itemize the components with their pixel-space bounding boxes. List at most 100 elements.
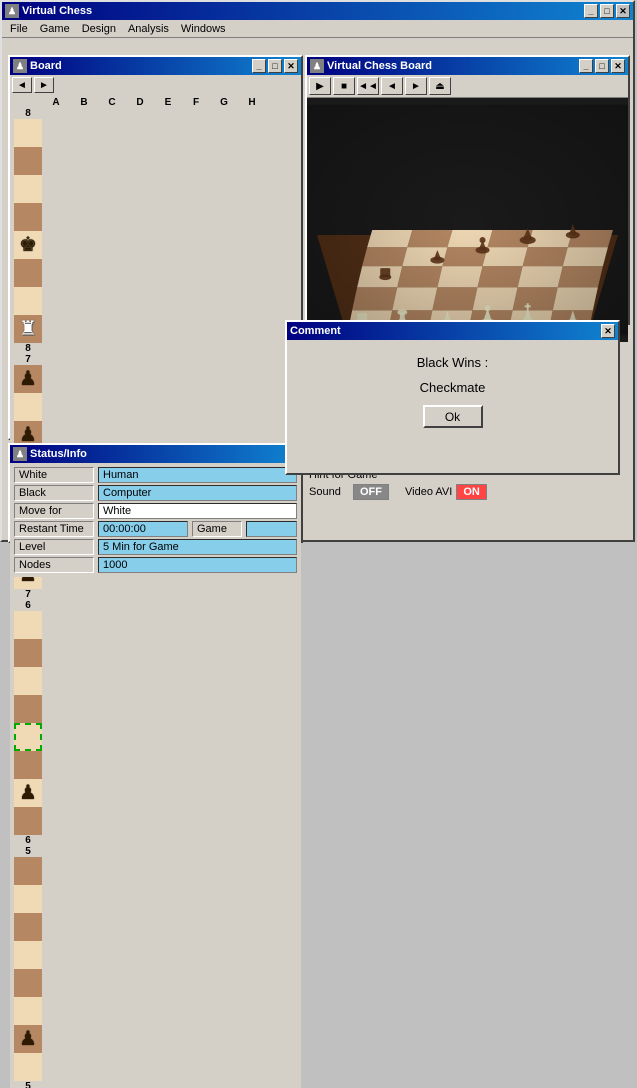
vchess-window: ♟ Virtual Chess Board _ □ ✕ ▶ ■ ◄◄ ◄ ► ⏏: [305, 55, 630, 325]
video-toggle[interactable]: ON: [456, 484, 487, 500]
board-window-controls: _ □ ✕: [252, 59, 298, 73]
vchess-window-controls: _ □ ✕: [579, 59, 625, 73]
vchess-btn-eject[interactable]: ⏏: [429, 77, 451, 95]
board-icon: ♟: [13, 59, 27, 73]
cell-c5[interactable]: [14, 913, 42, 941]
col-label-f: F: [182, 97, 210, 108]
cell-c8[interactable]: [14, 175, 42, 203]
cell-a6[interactable]: [14, 611, 42, 639]
status-window: ♟ Status/Info White Human Black Computer…: [8, 443, 303, 543]
board-close-btn[interactable]: ✕: [284, 59, 298, 73]
sound-label: Sound: [309, 486, 349, 498]
board-nav-right[interactable]: ►: [34, 77, 54, 93]
nodes-value: 1000: [98, 557, 297, 573]
cell-f5[interactable]: [14, 997, 42, 1025]
vchess-btn-prev[interactable]: ◄: [381, 77, 403, 95]
row-label-5: 5: [14, 846, 42, 857]
col-label-d: D: [126, 97, 154, 108]
board-content: ◄ ► A B C D E F G H 8: [10, 75, 301, 1088]
row-label-7: 7: [14, 354, 42, 365]
cell-g6[interactable]: ♟: [14, 779, 42, 807]
chess-3d-svg: [307, 98, 628, 342]
board-maximize-btn[interactable]: □: [268, 59, 282, 73]
cell-e6[interactable]: [14, 723, 42, 751]
row-label-8r: 8: [14, 343, 42, 354]
black-king: ♚: [19, 235, 37, 255]
close-button[interactable]: ✕: [616, 4, 630, 18]
board-title: Board: [30, 60, 252, 72]
vchess-titlebar: ♟ Virtual Chess Board _ □ ✕: [307, 57, 628, 75]
black-pawn-g6: ♟: [19, 783, 37, 803]
status-grid: White Human Black Computer Move for Whit…: [14, 467, 297, 519]
movefor-label: Move for: [14, 503, 94, 519]
sound-toggle[interactable]: OFF: [353, 484, 389, 500]
vchess-btn-rewind[interactable]: ◄◄: [357, 77, 379, 95]
menu-windows[interactable]: Windows: [175, 21, 232, 37]
menu-analysis[interactable]: Analysis: [122, 21, 175, 37]
vchess-minimize-btn[interactable]: _: [579, 59, 593, 73]
app-icon: ♟: [5, 4, 19, 18]
menu-design[interactable]: Design: [76, 21, 122, 37]
black-label: Black: [14, 485, 94, 501]
board-minimize-btn[interactable]: _: [252, 59, 266, 73]
dialog-line1: Black Wins :: [417, 355, 489, 370]
vchess-close-btn[interactable]: ✕: [611, 59, 625, 73]
board-col-labels-row: A B C D E F G H: [14, 97, 282, 108]
cell-h8[interactable]: ♜: [14, 315, 42, 343]
vchess-toolbar: ▶ ■ ◄◄ ◄ ► ⏏: [307, 75, 628, 98]
cell-c6[interactable]: [14, 667, 42, 695]
menu-file[interactable]: File: [4, 21, 34, 37]
app-title: Virtual Chess: [22, 5, 584, 17]
game-label: Game: [192, 521, 242, 537]
cell-h5[interactable]: [14, 1053, 42, 1081]
vchess-maximize-btn[interactable]: □: [595, 59, 609, 73]
video-label: Video AVI: [405, 486, 452, 498]
col-label-a: A: [42, 97, 70, 108]
cell-a5[interactable]: [14, 857, 42, 885]
cell-g5[interactable]: ♟: [14, 1025, 42, 1053]
main-titlebar: ♟ Virtual Chess _ □ ✕: [2, 2, 633, 20]
cell-b7[interactable]: [14, 393, 42, 421]
cell-b6[interactable]: [14, 639, 42, 667]
comment-close-btn[interactable]: ✕: [601, 324, 615, 338]
col-label-g: G: [210, 97, 238, 108]
cell-f8[interactable]: [14, 259, 42, 287]
board-row-8: 8 ♚ ♜ 8: [14, 108, 282, 354]
cell-b8[interactable]: [14, 147, 42, 175]
board-nav: ◄ ►: [12, 77, 299, 93]
cell-e8[interactable]: ♚: [14, 231, 42, 259]
board-titlebar: ♟ Board _ □ ✕: [10, 57, 301, 75]
minimize-button[interactable]: _: [584, 4, 598, 18]
comment-title: Comment: [290, 325, 601, 337]
cell-a7[interactable]: ♟: [14, 365, 42, 393]
menu-game[interactable]: Game: [34, 21, 76, 37]
vchess-btn-play[interactable]: ▶: [309, 77, 331, 95]
cell-e5[interactable]: [14, 969, 42, 997]
menubar: File Game Design Analysis Windows: [2, 20, 633, 38]
cell-b5[interactable]: [14, 885, 42, 913]
vchess-btn-next[interactable]: ►: [405, 77, 427, 95]
board-nav-left[interactable]: ◄: [12, 77, 32, 93]
cell-d6[interactable]: [14, 695, 42, 723]
col-label-h: H: [238, 97, 266, 108]
status-icon: ♟: [13, 447, 27, 461]
col-label-b: B: [70, 97, 98, 108]
cell-d5[interactable]: [14, 941, 42, 969]
maximize-button[interactable]: □: [600, 4, 614, 18]
ok-button[interactable]: Ok: [423, 405, 483, 428]
comment-dialog: Comment ✕ Black Wins : Checkmate Ok: [285, 320, 620, 475]
chess-3d-view: [307, 98, 628, 342]
cell-g8[interactable]: [14, 287, 42, 315]
cell-a8[interactable]: [14, 119, 42, 147]
chess-board-container: A B C D E F G H 8 ♚: [12, 95, 299, 1088]
black-pawn-c7: ♟: [19, 425, 37, 445]
row-label-8: 8: [14, 108, 42, 119]
cell-f6[interactable]: [14, 751, 42, 779]
vchess-title: Virtual Chess Board: [327, 60, 579, 72]
row-label-5r: 5: [14, 1081, 42, 1088]
white-value: Human: [98, 467, 297, 483]
cell-h6[interactable]: [14, 807, 42, 835]
vchess-btn-stop[interactable]: ■: [333, 77, 355, 95]
black-value: Computer: [98, 485, 297, 501]
cell-d8[interactable]: [14, 203, 42, 231]
